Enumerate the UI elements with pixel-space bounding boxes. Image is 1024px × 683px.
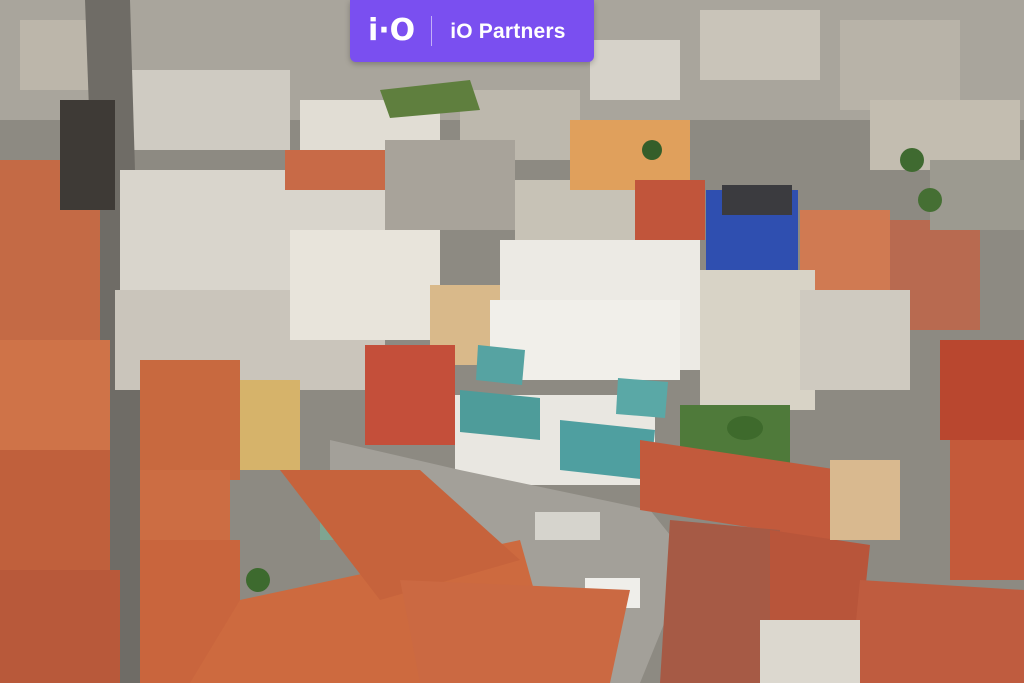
aerial-city-photo [0, 0, 1024, 683]
io-logo-icon: i·O [368, 13, 416, 48]
left-rooftops [0, 100, 120, 683]
badge-divider [431, 16, 433, 46]
brand-badge: i·O iO Partners [350, 0, 594, 62]
brand-name: iO Partners [450, 19, 566, 43]
